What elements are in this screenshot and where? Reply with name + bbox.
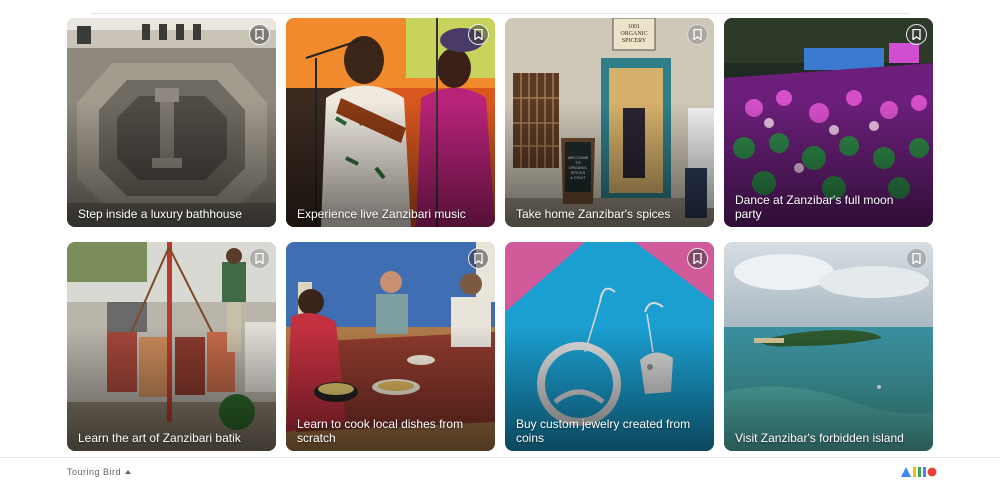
bookmark-icon[interactable] [906, 248, 927, 269]
card-caption: Buy custom jewelry created from coins [516, 417, 691, 445]
caret-up-icon [125, 470, 132, 474]
shop-sign-number: 1001 [628, 23, 640, 30]
card-full-moon-party[interactable]: Dance at Zanzibar's full moon party [724, 18, 933, 227]
card-music[interactable]: Experience live Zanzibari music [286, 18, 495, 227]
card-caption: Visit Zanzibar's forbidden island [735, 431, 904, 445]
footer: Touring Bird [0, 457, 1000, 482]
card-batik[interactable]: Learn the art of Zanzibari batik [67, 242, 276, 451]
card-caption: Experience live Zanzibari music [297, 207, 466, 221]
card-caption: Learn to cook local dishes from scratch [297, 417, 464, 445]
brand-menu[interactable]: Touring Bird [67, 467, 132, 477]
brand-name: Touring Bird [67, 467, 122, 477]
bookmark-icon[interactable] [687, 248, 708, 269]
card-jewelry[interactable]: Buy custom jewelry created from coins [505, 242, 714, 451]
card-caption: Take home Zanzibar's spices [516, 207, 671, 221]
bookmark-icon[interactable] [906, 24, 927, 45]
bookmark-icon[interactable] [468, 24, 489, 45]
shop-sign: 1001 ORGANIC SPICERY [613, 18, 655, 50]
experience-grid: Step inside a luxury bathhouse Experienc… [67, 18, 933, 451]
shop-sign-spicery: SPICERY [621, 37, 647, 44]
card-bathhouse[interactable]: Step inside a luxury bathhouse [67, 18, 276, 227]
card-cooking[interactable]: Learn to cook local dishes from scratch [286, 242, 495, 451]
card-spices[interactable]: 1001 ORGANIC SPICERY WELCOME TO ORGANIC … [505, 18, 714, 227]
shop-sign-organic: ORGANIC [620, 30, 648, 37]
card-caption: Learn the art of Zanzibari batik [78, 431, 241, 445]
card-caption: Dance at Zanzibar's full moon party [735, 193, 894, 221]
bookmark-icon[interactable] [687, 24, 708, 45]
card-island[interactable]: Visit Zanzibar's forbidden island [724, 242, 933, 451]
bookmark-icon[interactable] [249, 248, 270, 269]
google-logo-icon [901, 467, 937, 477]
bookmark-icon[interactable] [468, 248, 489, 269]
top-divider [90, 13, 910, 14]
bookmark-icon[interactable] [249, 24, 270, 45]
card-caption: Step inside a luxury bathhouse [78, 207, 243, 221]
